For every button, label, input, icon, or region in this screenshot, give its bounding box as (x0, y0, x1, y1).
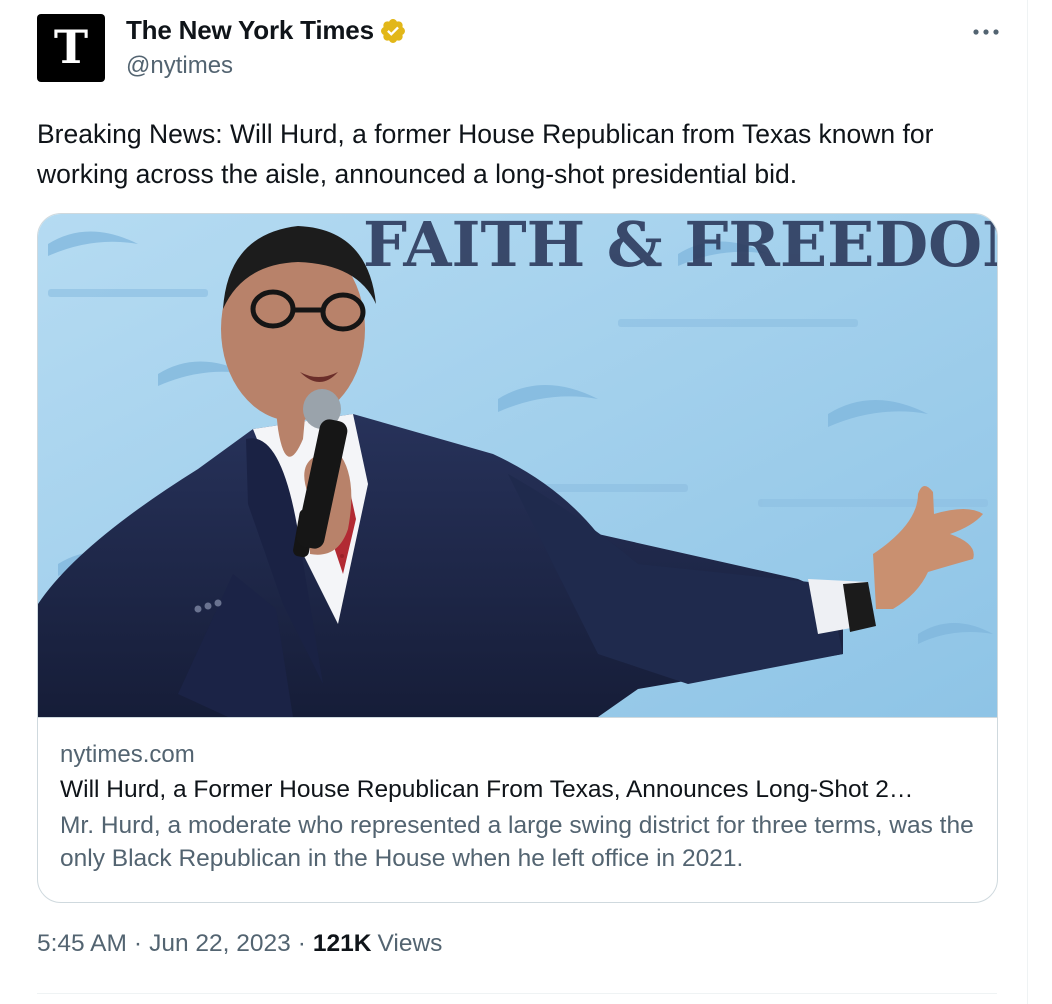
tweet-date[interactable]: Jun 22, 2023 (149, 930, 291, 958)
meta-separator: · (133, 930, 143, 957)
more-options-button[interactable] (966, 14, 1006, 50)
backdrop-banner-text: FAITH & FREEDOM C (363, 214, 997, 281)
card-image[interactable]: FAITH & FREEDOM C (38, 214, 997, 718)
meta-separator: · (297, 930, 306, 957)
card-description: Mr. Hurd, a moderate who represented a l… (60, 812, 974, 872)
card-domain: nytimes.com (60, 741, 195, 768)
link-card[interactable]: FAITH & FREEDOM C (37, 213, 998, 903)
views-label: Views (377, 930, 443, 957)
views-count: 121K (312, 930, 372, 957)
more-icon (973, 29, 999, 35)
tweet-time[interactable]: 5:45 AM (37, 930, 127, 958)
tweet-text: Breaking News: Will Hurd, a former House… (37, 119, 934, 189)
avatar[interactable]: T (37, 14, 105, 82)
tweet-meta: 5:45 AM · Jun 22, 2023 · 121K Views (37, 930, 442, 958)
tweet-container: T The New York Times @nytimes Breaking N… (0, 0, 1028, 1004)
divider (37, 993, 997, 994)
nyt-logo-icon: T (53, 20, 89, 74)
author-handle[interactable]: @nytimes (126, 52, 233, 80)
card-title[interactable]: Will Hurd, a Former House Republican Fro… (60, 773, 975, 807)
author-name-row: The New York Times (126, 15, 407, 46)
card-body: nytimes.com Will Hurd, a Former House Re… (60, 739, 975, 875)
verified-badge-icon[interactable] (379, 17, 407, 45)
author-display-name[interactable]: The New York Times (126, 15, 374, 46)
